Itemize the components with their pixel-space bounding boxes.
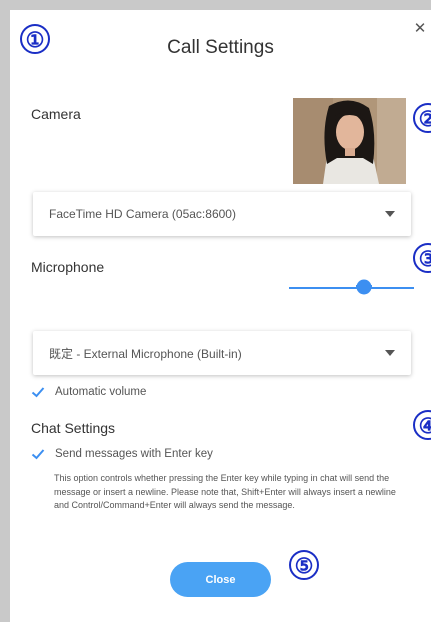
enter-key-label: Send messages with Enter key (55, 448, 213, 460)
dialog-title: Call Settings (167, 37, 274, 58)
camera-label: Camera (31, 106, 81, 122)
mic-volume-track[interactable] (289, 287, 414, 289)
close-icon[interactable]: ✕ (413, 21, 427, 36)
callout-1: ① (20, 24, 50, 54)
mic-volume-thumb[interactable] (354, 277, 374, 297)
close-button[interactable]: Close (170, 562, 271, 597)
microphone-select-value: 既定 - External Microphone (Built-in) (49, 346, 242, 361)
camera-preview (293, 98, 406, 184)
automatic-volume-label: Automatic volume (55, 386, 147, 398)
callout-5: ⑤ (289, 550, 319, 580)
call-settings-dialog: ✕ Call Settings Camera FaceTime HD Camer… (10, 10, 431, 622)
chevron-down-icon (385, 350, 395, 356)
checkmark-icon (31, 387, 45, 398)
chevron-down-icon (385, 211, 395, 217)
microphone-label: Microphone (31, 259, 105, 275)
microphone-select[interactable]: 既定 - External Microphone (Built-in) (33, 331, 411, 375)
camera-preview-image (293, 98, 406, 184)
camera-select[interactable]: FaceTime HD Camera (05ac:8600) (33, 192, 411, 236)
chat-settings-label: Chat Settings (31, 420, 116, 436)
automatic-volume-checkbox[interactable]: Automatic volume (31, 386, 146, 398)
enter-key-description: This option controls whether pressing th… (54, 473, 396, 510)
enter-key-checkbox[interactable]: Send messages with Enter key (31, 448, 213, 460)
camera-select-value: FaceTime HD Camera (05ac:8600) (49, 207, 236, 221)
checkmark-icon (31, 449, 45, 460)
